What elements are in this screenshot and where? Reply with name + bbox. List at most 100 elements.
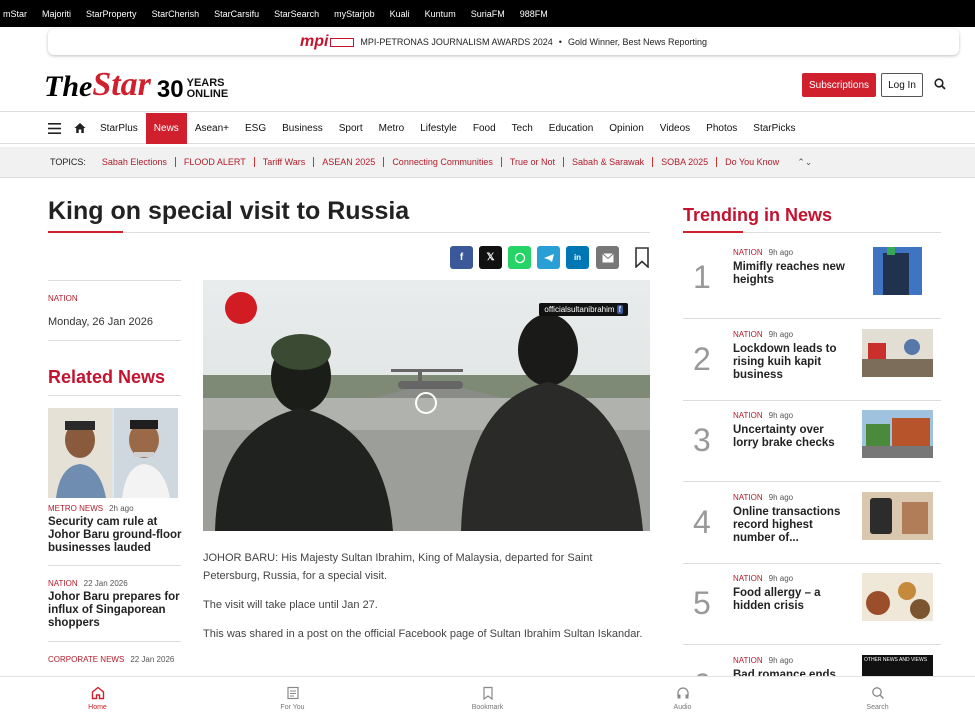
trending-item[interactable]: 5 NATION 9h ago Food allergy – a hidden c… xyxy=(683,563,941,645)
network-link[interactable]: StarCherish xyxy=(152,9,200,19)
related-category[interactable]: CORPORATE NEWS 22 Jan 2026 xyxy=(48,655,174,664)
trending-rank: 3 xyxy=(693,422,711,458)
topic-link[interactable]: Do You Know xyxy=(717,157,787,167)
topic-link[interactable]: SOBA 2025 xyxy=(653,157,718,167)
nav-item-business[interactable]: Business xyxy=(274,113,331,144)
article-category[interactable]: NATION xyxy=(48,294,78,303)
trending-category-label: NATION xyxy=(733,574,763,583)
trending-title[interactable]: Online transactions record highest numbe… xyxy=(733,506,851,545)
menu-icon[interactable] xyxy=(48,123,61,134)
network-link[interactable]: myStarjob xyxy=(334,9,375,19)
nav-item-lifestyle[interactable]: Lifestyle xyxy=(412,113,465,144)
article-paragraph: The visit will take place until Jan 27. xyxy=(203,599,378,611)
nav-item-sport[interactable]: Sport xyxy=(331,113,371,144)
trending-title[interactable]: Food allergy – a hidden crisis xyxy=(733,587,851,613)
bottom-nav-label: For You xyxy=(280,704,305,711)
home-icon[interactable] xyxy=(74,122,86,134)
thestar-logo[interactable]: The Star 30 YEARS ONLINE xyxy=(44,66,228,104)
related-news-title[interactable]: Johor Baru prepares for influx of Singap… xyxy=(48,591,183,630)
related-category-label: METRO NEWS xyxy=(48,504,104,513)
bottom-nav-for-you[interactable]: For You xyxy=(195,677,390,720)
article-hero-image[interactable]: officialsultanibrahim f xyxy=(203,280,650,531)
awards-banner[interactable]: mpi MPI-PETRONAS JOURNALISM AWARDS 2024 … xyxy=(48,29,959,55)
trending-thumbnail[interactable] xyxy=(862,410,933,458)
trending-time: 9h ago xyxy=(768,656,794,665)
bottom-nav-audio[interactable]: Audio xyxy=(585,677,780,720)
network-link[interactable]: mStar xyxy=(3,9,27,19)
nav-item-opinion[interactable]: Opinion xyxy=(601,113,651,144)
nav-item-education[interactable]: Education xyxy=(541,113,601,144)
nav-item-food[interactable]: Food xyxy=(465,113,504,144)
nav-item-starplus[interactable]: StarPlus xyxy=(92,113,146,144)
newspaper-icon xyxy=(286,686,299,700)
network-link[interactable]: StarProperty xyxy=(86,9,137,19)
trending-time: 9h ago xyxy=(768,330,794,339)
nav-item-metro[interactable]: Metro xyxy=(371,113,413,144)
headphones-icon xyxy=(676,687,689,699)
trending-title[interactable]: Lockdown leads to rising kuih kapit busi… xyxy=(733,343,851,382)
nav-item-photos[interactable]: Photos xyxy=(698,113,745,144)
related-news-title[interactable]: Security cam rule at Johor Baru ground-f… xyxy=(48,516,183,555)
petronas-logo xyxy=(330,37,355,47)
topic-link[interactable]: Tariff Wars xyxy=(255,157,315,167)
bookmark-icon[interactable] xyxy=(634,247,650,268)
topic-link[interactable]: FLOOD ALERT xyxy=(176,157,255,167)
email-icon xyxy=(601,252,614,262)
nav-item-esg[interactable]: ESG xyxy=(237,113,274,144)
network-link[interactable]: SuriaFM xyxy=(471,9,505,19)
trending-thumbnail[interactable] xyxy=(862,573,933,621)
related-category[interactable]: METRO NEWS 2h ago xyxy=(48,504,134,513)
trending-thumbnail[interactable] xyxy=(862,492,933,540)
related-news-thumbnail[interactable] xyxy=(48,408,178,498)
topic-link[interactable]: ASEAN 2025 xyxy=(314,157,385,167)
nav-item-starpicks[interactable]: StarPicks xyxy=(745,113,803,144)
trending-item[interactable]: 3 NATION 9h ago Uncertainty over lorry br… xyxy=(683,400,941,482)
bottom-nav-home[interactable]: Home xyxy=(0,677,195,720)
network-link[interactable]: Kuntum xyxy=(425,9,456,19)
trending-thumbnail[interactable] xyxy=(873,247,922,295)
trending-item[interactable]: 2 NATION 9h ago Lockdown leads to rising … xyxy=(683,319,941,401)
login-button[interactable]: Log In xyxy=(881,73,923,97)
chevron-updown-icon[interactable]: ⌃⌄ xyxy=(797,157,812,168)
trending-title[interactable]: Mimifly reaches new heights xyxy=(733,261,851,287)
divider xyxy=(48,395,181,396)
network-link[interactable]: StarCarsifu xyxy=(214,9,259,19)
network-link[interactable]: StarSearch xyxy=(274,9,319,19)
trending-rank: 1 xyxy=(693,259,711,295)
network-link[interactable]: Majoriti xyxy=(42,9,71,19)
trending-thumbnail[interactable] xyxy=(862,329,933,377)
network-link[interactable]: 988FM xyxy=(520,9,548,19)
logo-online: ONLINE xyxy=(186,88,229,100)
article-paragraph: JOHOR BARU: His Majesty Sultan Ibrahim, … xyxy=(203,552,593,582)
related-category[interactable]: NATION 22 Jan 2026 xyxy=(48,579,128,588)
search-icon[interactable] xyxy=(934,78,946,90)
bottom-nav-bookmark[interactable]: Bookmark xyxy=(390,677,585,720)
topic-link[interactable]: True or Not xyxy=(502,157,565,167)
facebook-icon: f xyxy=(459,252,464,263)
trending-title[interactable]: Uncertainty over lorry brake checks xyxy=(733,424,851,450)
trending-time: 9h ago xyxy=(768,411,794,420)
network-link[interactable]: Kuali xyxy=(390,9,410,19)
nav-item-tech[interactable]: Tech xyxy=(504,113,541,144)
network-bar: mStar Majoriti StarProperty StarCherish … xyxy=(0,0,975,27)
related-category-label: CORPORATE NEWS xyxy=(48,655,125,664)
topic-link[interactable]: Connecting Communities xyxy=(384,157,502,167)
topic-link[interactable]: Sabah & Sarawak xyxy=(564,157,654,167)
topic-link[interactable]: Sabah Elections xyxy=(94,157,176,167)
linkedin-share-button[interactable]: in xyxy=(566,246,589,269)
x-share-button[interactable]: 𝕏 xyxy=(479,246,502,269)
nav-item-videos[interactable]: Videos xyxy=(652,113,698,144)
trending-item[interactable]: 1 NATION 9h ago Mimifly reaches new heigh… xyxy=(683,237,941,319)
nav-item-news[interactable]: News xyxy=(145,113,187,144)
telegram-icon xyxy=(543,253,554,262)
whatsapp-share-button[interactable] xyxy=(508,246,531,269)
trending-item[interactable]: 4 NATION 9h ago Online transactions recor… xyxy=(683,482,941,564)
facebook-share-button[interactable]: f xyxy=(450,246,473,269)
subscriptions-button[interactable]: Subscriptions xyxy=(802,73,876,97)
awards-separator: • xyxy=(558,37,562,47)
email-share-button[interactable] xyxy=(596,246,619,269)
nav-item-asean[interactable]: Asean+ xyxy=(187,113,237,144)
whatsapp-icon xyxy=(514,252,525,263)
bottom-nav-search[interactable]: Search xyxy=(780,677,975,720)
telegram-share-button[interactable] xyxy=(537,246,560,269)
